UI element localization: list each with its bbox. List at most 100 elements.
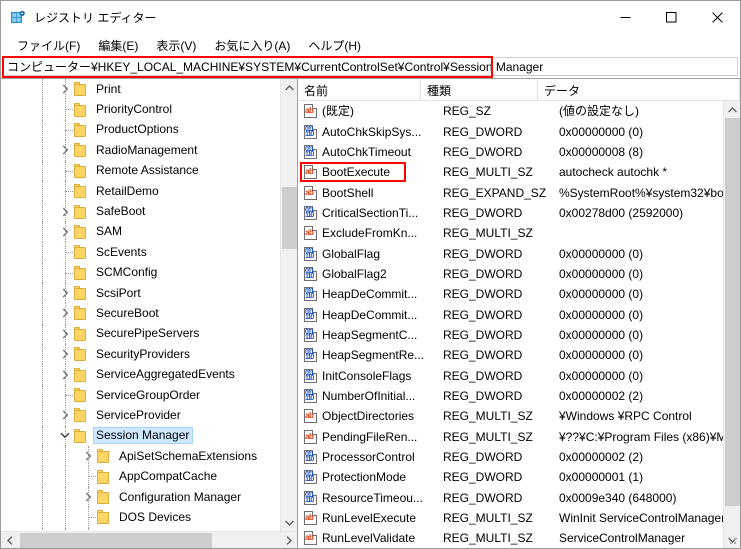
value-row[interactable]: 011 110 HeapSegmentC... REG_DWORD 0x00000000… bbox=[298, 325, 740, 345]
tree-item[interactable]: ServiceGroupOrder bbox=[1, 384, 297, 406]
value-row[interactable]: 011 110 HeapDeCommit... REG_DWORD 0x00000000… bbox=[298, 304, 740, 324]
value-row[interactable]: 011 110 AutoChkTimeout REG_DWORD 0x00000008 … bbox=[298, 142, 740, 162]
tree-item[interactable]: RadioManagement bbox=[1, 140, 297, 161]
column-header-data[interactable]: データ bbox=[538, 79, 740, 100]
values-scroll-up-icon[interactable] bbox=[724, 101, 740, 118]
tree-guide-dash bbox=[65, 190, 73, 192]
value-type: REG_DWORD bbox=[443, 490, 523, 505]
folder-icon bbox=[73, 306, 89, 321]
value-row[interactable]: 011 110 AutoChkSkipSys... REG_DWORD 0x000000… bbox=[298, 121, 740, 141]
value-row[interactable]: ab RunLevelExecute REG_MULTI_SZ WinInit Ser… bbox=[298, 508, 740, 528]
dword-value-icon: 011 110 bbox=[303, 205, 319, 220]
resize-grip[interactable] bbox=[726, 534, 738, 546]
tree-horizontal-scrollbar[interactable] bbox=[1, 531, 297, 548]
tree-item[interactable]: SecurePipeServers bbox=[1, 323, 297, 345]
value-row[interactable]: ab PendingFileRen... REG_MULTI_SZ ¥??¥C:¥Pr… bbox=[298, 427, 740, 447]
value-type: REG_MULTI_SZ bbox=[443, 226, 533, 241]
tree-item[interactable]: ScEvents bbox=[1, 242, 297, 263]
value-row[interactable]: 011 110 NumberOfInitial... REG_DWORD 0x00000… bbox=[298, 386, 740, 406]
maximize-button[interactable] bbox=[648, 1, 694, 33]
menu-file[interactable]: ファイル(F) bbox=[8, 35, 89, 57]
value-row[interactable]: 011 110 ProtectionMode REG_DWORD 0x00000001 … bbox=[298, 467, 740, 487]
tree-item[interactable]: SecureBoot bbox=[1, 303, 297, 324]
value-row[interactable]: ab (既定) REG_SZ (値の設定なし) bbox=[298, 101, 740, 121]
tree-item[interactable]: SecurityProviders bbox=[1, 344, 297, 365]
tree-item[interactable]: PriorityControl bbox=[1, 99, 297, 120]
tree-item[interactable]: SAM bbox=[1, 221, 297, 243]
value-row[interactable]: 011 110 GlobalFlag REG_DWORD 0x00000000 (0) bbox=[298, 243, 740, 263]
menu-view[interactable]: 表示(V) bbox=[147, 35, 205, 57]
column-header-name[interactable]: 名前 bbox=[298, 79, 421, 100]
value-row[interactable]: 011 110 HeapDeCommit... REG_DWORD 0x00000000… bbox=[298, 284, 740, 304]
value-row[interactable]: 011 110 ProcessorControl REG_DWORD 0x0000000… bbox=[298, 447, 740, 467]
value-row[interactable]: 011 110 HeapSegmentRe... REG_DWORD 0x0000000… bbox=[298, 345, 740, 365]
minimize-button[interactable] bbox=[602, 1, 648, 33]
tree-item[interactable]: AppCompatCache bbox=[1, 466, 297, 487]
value-type: REG_MULTI_SZ bbox=[443, 531, 533, 546]
tree-scrollbar-thumb[interactable] bbox=[282, 187, 297, 249]
value-row[interactable]: ab ExcludeFromKn... REG_MULTI_SZ bbox=[298, 223, 740, 243]
dword-value-icon: 011 110 bbox=[303, 368, 319, 383]
tree-item[interactable]: ServiceProvider bbox=[1, 405, 297, 426]
value-row[interactable]: ab ObjectDirectories REG_MULTI_SZ ¥Windows … bbox=[298, 406, 740, 426]
tree-scroll-down-icon[interactable] bbox=[281, 514, 297, 531]
menu-favorites[interactable]: お気に入り(A) bbox=[205, 35, 299, 57]
value-row[interactable]: 011 110 GlobalFlag2 REG_DWORD 0x00000000 (0) bbox=[298, 264, 740, 284]
tree-vertical-scrollbar[interactable] bbox=[280, 79, 297, 531]
title-bar: レジストリ エディター bbox=[1, 1, 740, 34]
value-type: REG_DWORD bbox=[443, 348, 523, 363]
tree-guide-line bbox=[65, 425, 66, 447]
folder-icon bbox=[73, 367, 89, 382]
tree-item[interactable]: RetailDemo bbox=[1, 180, 297, 202]
value-row[interactable]: ab BootExecute REG_MULTI_SZ autocheck autoc… bbox=[298, 162, 740, 183]
value-name: GlobalFlag2 bbox=[322, 266, 387, 281]
tree-item[interactable]: ServiceAggregatedEvents bbox=[1, 364, 297, 385]
tree-item[interactable]: Print bbox=[1, 79, 297, 100]
address-input[interactable]: コンピューター¥HKEY_LOCAL_MACHINE¥SYSTEM¥Curren… bbox=[3, 57, 738, 76]
value-row[interactable]: 011 110 CriticalSectionTi... REG_DWORD 0x002… bbox=[298, 203, 740, 223]
value-name: GlobalFlag bbox=[322, 246, 381, 261]
tree-scroll-left-icon[interactable] bbox=[1, 532, 18, 548]
tree-hscrollbar-thumb[interactable] bbox=[20, 533, 212, 548]
tree-item[interactable]: ScsiPort bbox=[1, 282, 297, 304]
tree-guide-line bbox=[42, 486, 43, 508]
value-row[interactable]: ab RunLevelValidate REG_MULTI_SZ ServiceCon… bbox=[298, 528, 740, 548]
tree-item[interactable]: Remote Assistance bbox=[1, 160, 297, 181]
tree-item[interactable]: DOS Devices bbox=[1, 507, 297, 528]
close-button[interactable] bbox=[694, 1, 740, 33]
tree-guide-line bbox=[42, 344, 43, 365]
menu-help[interactable]: ヘルプ(H) bbox=[299, 35, 370, 57]
values-header: 名前 種類 データ bbox=[298, 79, 740, 101]
value-data: 0x00000000 (0) bbox=[559, 368, 644, 383]
column-header-type[interactable]: 種類 bbox=[421, 79, 538, 100]
tree-item[interactable]: ProductOptions bbox=[1, 119, 297, 141]
value-row[interactable]: 011 110 InitConsoleFlags REG_DWORD 0x0000000… bbox=[298, 365, 740, 385]
dword-value-icon: 011 110 bbox=[303, 490, 319, 505]
tree-item[interactable]: Configuration Manager bbox=[1, 486, 297, 508]
values-scrollbar-thumb[interactable] bbox=[725, 118, 740, 506]
tree-item-label: ScsiPort bbox=[96, 285, 141, 300]
tree-item[interactable]: ApiSetSchemaExtensions bbox=[1, 446, 297, 467]
tree-item[interactable]: SafeBoot bbox=[1, 201, 297, 222]
values-vertical-scrollbar[interactable] bbox=[723, 101, 740, 548]
menu-edit[interactable]: 編集(E) bbox=[89, 35, 147, 57]
tree-item-label: ServiceProvider bbox=[96, 407, 181, 422]
tree-scroll-up-icon[interactable] bbox=[281, 79, 297, 96]
tree-item[interactable]: SCMConfig bbox=[1, 262, 297, 283]
value-type: REG_DWORD bbox=[443, 470, 523, 485]
value-type: REG_EXPAND_SZ bbox=[443, 185, 547, 200]
tree-item-selected[interactable]: Session Manager bbox=[1, 425, 297, 447]
value-row[interactable]: 011 110 ResourceTimeou... REG_DWORD 0x0009e3… bbox=[298, 488, 740, 508]
tree-guide-line bbox=[42, 221, 43, 243]
value-name: ProtectionMode bbox=[322, 470, 407, 485]
value-data: 0x00000000 (0) bbox=[559, 124, 644, 139]
value-row[interactable]: ab BootShell REG_EXPAND_SZ %SystemRoot%¥sys… bbox=[298, 182, 740, 202]
folder-icon bbox=[73, 286, 89, 301]
tree-item-label: Session Manager bbox=[93, 427, 194, 445]
tree-scroll-right-icon[interactable] bbox=[280, 532, 297, 548]
